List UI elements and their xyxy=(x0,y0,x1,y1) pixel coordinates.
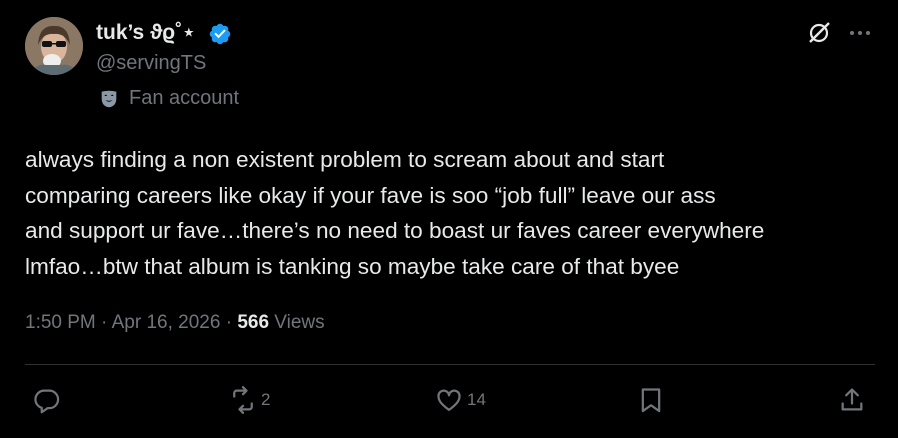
reply-button[interactable] xyxy=(33,386,65,414)
like-button[interactable]: 14 xyxy=(435,386,486,414)
reply-icon xyxy=(34,389,60,414)
repost-button[interactable]: 2 xyxy=(229,386,270,414)
fan-mask-icon xyxy=(101,90,117,107)
post-time[interactable]: 1:50 PM xyxy=(25,312,96,333)
tweet-text-line: always finding a non existent problem to… xyxy=(25,147,665,172)
verified-badge-icon[interactable] xyxy=(208,22,232,46)
meta-separator: · xyxy=(225,312,233,333)
post-date[interactable]: Apr 16, 2026 xyxy=(112,312,221,333)
account-label-text: Fan account xyxy=(129,87,240,109)
repost-icon xyxy=(233,386,253,414)
tweet: tuk’s ϑϱ˚⋆ @servingTS Fan account always… xyxy=(0,0,898,438)
share-button[interactable] xyxy=(838,386,866,414)
display-name[interactable]: tuk’s ϑϱ˚⋆ xyxy=(96,20,195,45)
bookmark-button[interactable] xyxy=(637,386,665,414)
tweet-text-line: lmfao…btw that album is tanking so maybe… xyxy=(25,253,680,279)
grok-icon[interactable] xyxy=(806,20,832,46)
like-icon xyxy=(437,389,461,412)
avatar[interactable] xyxy=(25,17,83,75)
handle[interactable]: @servingTS xyxy=(96,52,206,75)
like-count: 14 xyxy=(467,390,486,409)
share-icon xyxy=(841,388,863,411)
views-label: Views xyxy=(274,312,325,333)
more-icon[interactable] xyxy=(846,22,874,44)
meta-separator: · xyxy=(101,312,108,333)
repost-count: 2 xyxy=(261,390,271,409)
tweet-text-line: comparing careers like okay if your fave… xyxy=(25,182,716,208)
fan-account-label: Fan account xyxy=(98,87,239,110)
post-meta: 1:50 PM · Apr 16, 2026 · 566 Views xyxy=(25,312,325,334)
bookmark-icon xyxy=(641,388,661,413)
views-count: 566 xyxy=(237,312,270,333)
tweet-text: always finding a non existent problem to… xyxy=(25,142,885,284)
divider xyxy=(25,364,875,365)
tweet-text-line: and support ur fave…there’s no need to b… xyxy=(25,218,765,243)
